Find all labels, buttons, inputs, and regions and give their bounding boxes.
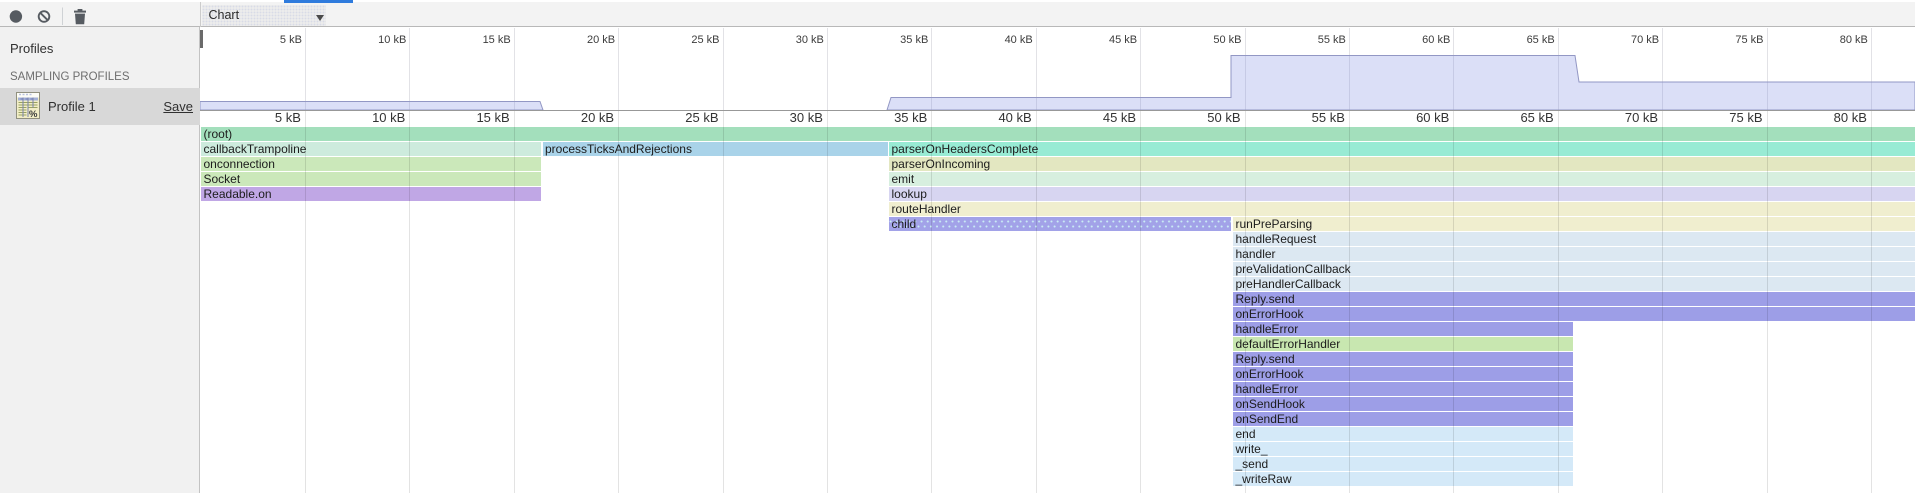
svg-text:%: % [29,109,38,120]
